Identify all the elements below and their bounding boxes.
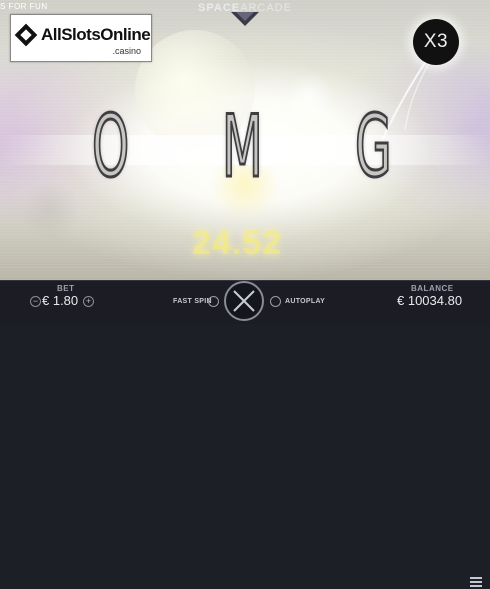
autoplay-label[interactable]: AUTOPLAY (285, 298, 325, 305)
casino-logo: AllSlotsOnline .casino (10, 14, 152, 62)
win-timer: 24.52 (192, 224, 283, 262)
fast-spin-label[interactable]: FAST SPIN (173, 298, 212, 305)
spin-button[interactable] (224, 281, 264, 321)
bet-value: € 1.80 (42, 293, 79, 308)
chevron-inner-icon (236, 12, 254, 21)
balance-label: BALANCE (411, 284, 454, 293)
game-stage: S FOR FUN SPACEARCADE AllSlotsOnline .ca… (0, 0, 490, 280)
plus-icon[interactable]: + (83, 296, 94, 307)
spin-x-icon (233, 290, 255, 312)
multiplier-badge: X3 (413, 19, 459, 65)
logo-brand: AllSlotsOnline (41, 25, 151, 44)
balance-value: € 10034.80 (397, 293, 463, 308)
menu-icon[interactable] (470, 575, 482, 589)
minus-icon[interactable]: − (30, 296, 41, 307)
reel-letter: O (91, 97, 130, 197)
reel-letters: O M G (0, 97, 490, 197)
diamond-icon (14, 23, 38, 47)
autoplay-icon[interactable] (270, 296, 281, 307)
reel-letter: M (221, 97, 263, 197)
logo-tld: .casino (112, 46, 141, 56)
fast-spin-icon[interactable] (208, 296, 219, 307)
reel-letter: G (354, 97, 392, 197)
bet-label: BET (57, 284, 75, 293)
